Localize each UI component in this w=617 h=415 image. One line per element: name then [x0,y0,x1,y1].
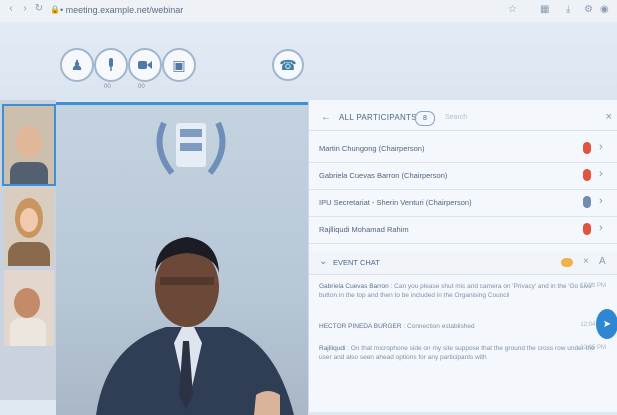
chevron-down-icon[interactable]: ⌄ [319,256,327,267]
speaker-video [96,237,294,415]
message-time: 12:05 PM [580,345,606,351]
chevron-right-icon[interactable]: › [599,195,603,207]
chat-header[interactable]: ⌄ EVENT CHAT × A [309,252,617,275]
video-thumbnail[interactable] [2,104,56,186]
close-icon[interactable]: × [606,111,612,123]
participant-count-badge: 8 [415,111,435,126]
side-panel: ← ALL PARTICIPANTS 8 Search × Martin Chu… [308,100,617,412]
url-bar[interactable]: • meeting.example.net/webinar [60,5,183,15]
microphone-button[interactable] [94,48,128,82]
back-arrow-icon[interactable]: ← [321,112,331,123]
participant-name: Rajlliqudi Mohamad Rahim [319,225,409,234]
mic-icon [583,196,591,208]
message-author: HECTOR PINEDA BURGER [319,323,402,330]
back-icon[interactable]: ‹ [6,4,16,14]
participant-search-input[interactable]: Search [445,114,467,121]
chat-message: Rajlliqudi : On that microphone side on … [319,344,595,362]
message-author: Gabriela Cuevas Barron [319,283,389,290]
chat-title: EVENT CHAT [333,258,380,267]
participant-row[interactable]: IPU Secretariat - Sherin Venturi (Chairp… [309,189,617,217]
participant-name: Gabriela Cuevas Barron (Chairperson) [319,171,448,180]
unread-badge [561,258,573,267]
message-author: Rajlliqudi [319,345,346,352]
participant-thumbnails [0,100,56,400]
chevron-right-icon[interactable]: › [599,141,603,153]
mic-muted-icon [583,223,591,235]
close-icon[interactable]: × [583,256,589,267]
message-text: : Connection established [401,323,475,330]
meeting-toolbar: ♟ ▣ 00 00 ☎ [0,22,617,100]
camera-button[interactable] [128,48,162,82]
chat-message: Gabriela Cuevas Barron : Can you please … [319,282,595,300]
profile-icon[interactable]: ◉ [600,4,609,15]
mic-level-label: 00 [104,84,111,90]
lock-icon: 🔒 [50,5,60,14]
download-icon[interactable]: ⤓ [566,4,570,15]
forward-icon[interactable]: › [20,4,30,14]
participant-icon[interactable]: ♟ [60,48,94,82]
hang-up-button[interactable]: ☎ [272,49,304,81]
participant-row[interactable]: Gabriela Cuevas Barron (Chairperson) › [309,162,617,190]
browser-bar: ‹ › ↻ 🔒 • meeting.example.net/webinar ☆ … [0,0,617,23]
video-thumbnail[interactable] [4,270,54,346]
video-thumbnail[interactable] [4,188,54,266]
mic-muted-icon [583,142,591,154]
chevron-right-icon[interactable]: › [599,168,603,180]
mic-muted-icon [583,169,591,181]
share-screen-button[interactable]: ▣ [162,48,196,82]
camera-level-label: 00 [138,84,145,90]
participants-title: ALL PARTICIPANTS [339,113,417,122]
participant-row[interactable]: Martin Chungong (Chairperson) › [309,135,617,163]
reload-icon[interactable]: ↻ [34,4,44,14]
settings-icon[interactable]: ⚙ [584,4,593,15]
participant-name: IPU Secretariat - Sherin Venturi (Chairp… [319,198,472,207]
participant-name: Martin Chungong (Chairperson) [319,144,425,153]
message-text: : On that microphone side on my site sup… [319,345,595,361]
participant-row[interactable]: Rajlliqudi Mohamad Rahim › [309,216,617,244]
send-button[interactable]: ➤ [596,309,617,339]
chat-message: HECTOR PINEDA BURGER : Connection establ… [319,322,595,331]
font-size-icon[interactable]: A [599,256,606,267]
message-time: 12:03 PM [580,283,606,289]
extension-icon[interactable]: ▦ [540,4,549,15]
star-icon[interactable]: ☆ [508,4,517,15]
participants-header: ← ALL PARTICIPANTS 8 Search × [309,108,617,131]
chevron-right-icon[interactable]: › [599,222,603,234]
main-video [56,102,308,415]
